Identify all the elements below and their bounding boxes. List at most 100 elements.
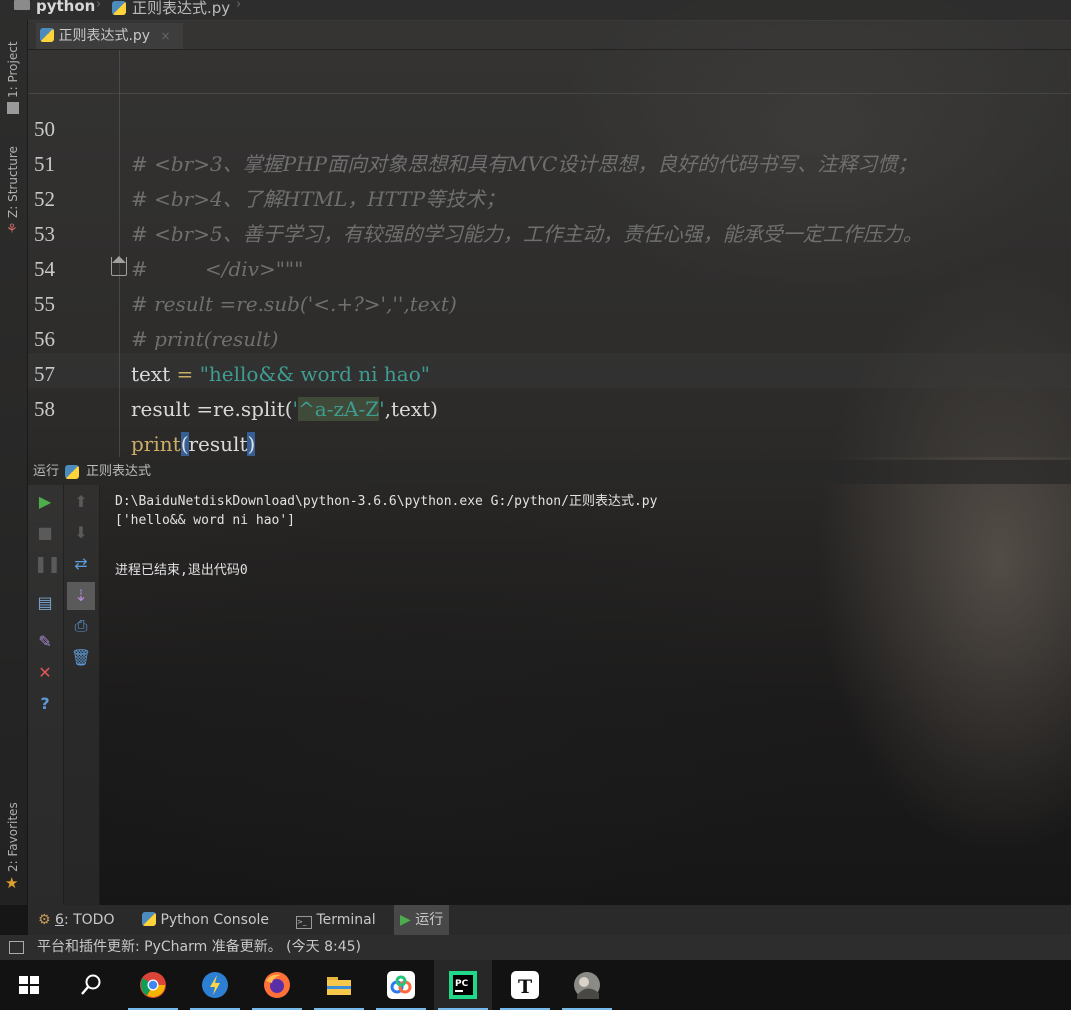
taskbar-chrome[interactable] — [124, 960, 182, 1010]
status-message[interactable]: 平台和插件更新: PyCharm 准备更新。 (今天 8:45) — [37, 935, 361, 960]
tab-todo[interactable]: ⚙ 6: TODO — [32, 905, 120, 935]
console-line: ['hello&& word ni hao'] — [115, 513, 296, 528]
fold-marker-icon[interactable] — [111, 256, 127, 276]
code-arg: result — [188, 432, 248, 456]
line-number: 58 — [34, 397, 55, 421]
stop-icon[interactable]: ■ — [34, 522, 56, 544]
taskbar-firefox[interactable] — [248, 960, 306, 1010]
taskbar-photo-app[interactable] — [558, 960, 616, 1010]
line-number: 56 — [34, 327, 55, 351]
cloud-drive-icon — [387, 971, 415, 999]
run-config-name[interactable]: 正则表达式 — [86, 460, 151, 484]
taskbar-thunder[interactable] — [186, 960, 244, 1010]
arrow-down-icon[interactable]: ⬇ — [70, 522, 92, 544]
photo-avatar-icon — [574, 972, 600, 999]
console-line: 进程已结束,退出代码0 — [115, 563, 248, 578]
code-area[interactable]: 50 # <br>3、掌握PHP面向对象思想和具有MVC设计思想，良好的代码书写… — [0, 50, 1071, 457]
code-line-54: 54 # result =re.sub('<.+?>','',text) — [0, 217, 457, 316]
search-button[interactable] — [62, 960, 120, 1010]
tab-terminal[interactable]: >_ Terminal — [290, 905, 382, 935]
code-operator: = — [170, 362, 200, 386]
todo-label: : TODO — [63, 912, 115, 928]
code-line-55: 55 # print(result) — [0, 252, 278, 351]
favorites-tool-button[interactable]: 2: Favorites — [6, 802, 20, 872]
line-number: 55 — [34, 292, 55, 316]
chevron-right-icon: › — [96, 0, 102, 12]
code-text: # <br>3、掌握PHP面向对象思想和具有MVC设计思想，良好的代码书写、注释… — [131, 152, 918, 176]
start-button[interactable] — [0, 960, 58, 1010]
download-manager-icon — [202, 972, 228, 998]
code-regex: ^a-zA-Z — [298, 397, 380, 421]
soft-wrap-icon[interactable]: ⇄ — [70, 553, 92, 575]
taskbar-file-explorer[interactable] — [310, 960, 368, 1010]
svg-text:T: T — [518, 976, 532, 998]
line-number: 52 — [34, 187, 55, 211]
navigation-bar: python › 正则表达式.py › — [0, 0, 1071, 20]
windows-logo-icon — [19, 976, 39, 994]
python-console-label: Python Console — [160, 912, 270, 928]
code-text: # print(result) — [131, 327, 279, 351]
folder-icon — [327, 977, 351, 995]
svg-text:PC: PC — [455, 979, 469, 989]
trash-icon[interactable]: 🗑 — [70, 647, 92, 669]
line-number: 53 — [34, 222, 55, 246]
line-number: 51 — [34, 152, 55, 176]
code-text: # <br>5、善于学习，有较强的学习能力，工作主动，责任心强，能承受一定工作压… — [131, 222, 923, 246]
taskbar-typora[interactable]: T — [496, 960, 554, 1010]
run-toolbar-secondary: ⬆ ⬇ ⇄ ⇣ ⎙ 🗑 — [64, 485, 100, 905]
code-line-56: 56 text = "hello&& word ni hao" — [0, 287, 430, 386]
code-line-53: 53 # </div>""" — [0, 182, 303, 281]
python-file-icon — [65, 465, 79, 479]
terminal-label: Terminal — [316, 912, 376, 928]
tab-regex-file[interactable]: 正则表达式.py × — [36, 23, 183, 49]
code-text: # <br>4、了解HTML，HTTP等技术； — [131, 187, 506, 211]
restore-layout-icon[interactable]: ▤ — [34, 592, 56, 614]
close-icon[interactable]: ✕ — [34, 662, 56, 684]
code-var: text — [131, 362, 171, 386]
pause-icon[interactable]: ❚❚ — [34, 553, 61, 575]
pycharm-icon: PC — [449, 971, 477, 999]
breadcrumb-file[interactable]: 正则表达式.py — [132, 0, 230, 18]
tab-python-console[interactable]: Python Console — [136, 905, 275, 935]
code-line-58: 58 print(result) — [0, 357, 256, 456]
python-icon — [142, 912, 156, 926]
tool-window-tabs: ⚙ 6: TODO Python Console >_ Terminal ▶ 运… — [28, 905, 1071, 935]
breadcrumb-project[interactable]: python — [36, 0, 95, 15]
pin-icon[interactable]: ✎ — [34, 631, 56, 653]
tab-run[interactable]: ▶ 运行 — [394, 905, 450, 935]
code-text: # </div>""" — [131, 257, 304, 281]
code-paren: ( — [180, 432, 189, 456]
rerun-icon[interactable]: ▶ — [34, 491, 56, 513]
close-icon[interactable]: × — [161, 29, 171, 43]
python-file-icon — [40, 28, 54, 42]
chevron-right-icon: › — [236, 0, 242, 12]
run-icon: ▶ — [400, 912, 411, 928]
scroll-to-end-icon[interactable]: ⇣ — [67, 582, 95, 610]
run-toolbar-primary: ▶ ■ ❚❚ ▤ ✎ ✕ ? — [28, 485, 64, 905]
code-string: "hello&& word ni hao" — [199, 362, 430, 386]
tab-label: 正则表达式.py — [58, 28, 151, 44]
run-label: 运行 — [415, 912, 444, 928]
run-panel-label: 运行 — [33, 464, 60, 479]
folder-icon — [14, 0, 30, 10]
code-line-51: 51 # <br>4、了解HTML，HTTP等技术； — [0, 112, 505, 211]
search-icon — [81, 974, 101, 995]
code-builtin: print — [131, 432, 181, 456]
status-bar: 平台和插件更新: PyCharm 准备更新。 (今天 8:45) — [0, 935, 1071, 960]
code-text: # result =re.sub('<.+?>','',text) — [131, 292, 457, 316]
editor-tab-bar: 正则表达式.py × — [28, 21, 1071, 50]
taskbar-baidu-netdisk[interactable] — [372, 960, 430, 1010]
taskbar-pycharm[interactable]: PC — [434, 960, 492, 1010]
arrow-up-icon[interactable]: ⬆ — [70, 491, 92, 513]
print-icon[interactable]: ⎙ — [70, 615, 92, 637]
help-icon[interactable]: ? — [34, 693, 56, 715]
code-call: result =re.split( — [131, 397, 293, 421]
console-output[interactable]: D:\BaiduNetdiskDownload\python-3.6.6\pyt… — [100, 485, 1071, 905]
windows-taskbar: PC T — [0, 960, 1071, 1010]
todo-shortcut-number: 6 — [55, 912, 64, 928]
code-line-52: 52 # <br>5、善于学习，有较强的学习能力，工作主动，责任心强，能承受一定… — [0, 147, 923, 246]
status-toggle-icon[interactable] — [9, 941, 24, 954]
text-editor-icon: T — [511, 971, 539, 999]
code-line-57: 57 result =re.split('^a-zA-Z',text) — [0, 322, 438, 421]
line-number: 54 — [34, 257, 55, 281]
